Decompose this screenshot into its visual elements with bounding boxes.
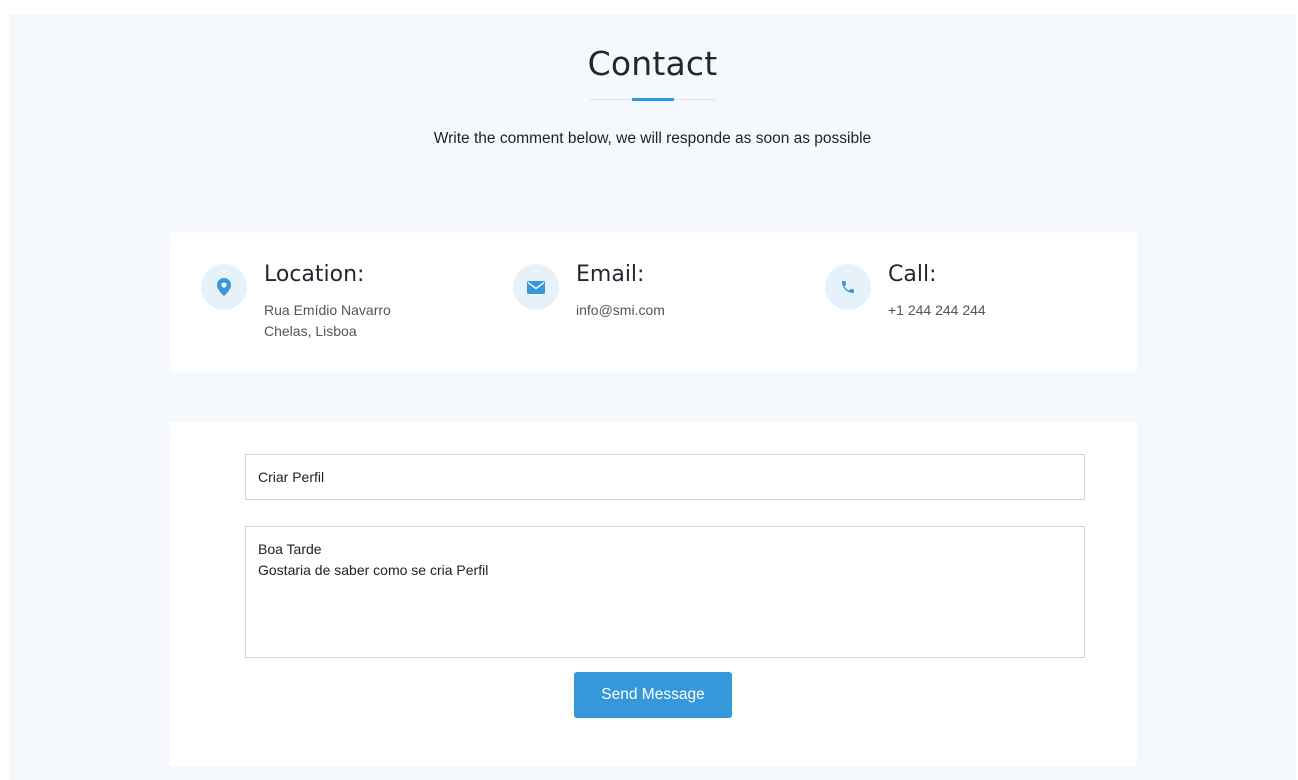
- envelope-icon: [513, 264, 559, 310]
- page-subtitle: Write the comment below, we will respond…: [433, 130, 872, 147]
- contact-info-card: Location: Rua Emídio Navarro Chelas, Lis…: [169, 232, 1137, 372]
- message-textarea[interactable]: Boa Tarde Gostaria de saber como se cria…: [245, 526, 1085, 658]
- email-title: Email:: [576, 262, 645, 287]
- location-title: Location:: [264, 262, 365, 287]
- page-title: Contact: [587, 44, 718, 83]
- send-message-button[interactable]: Send Message: [574, 672, 732, 718]
- address-line-2: Chelas, Lisboa: [264, 323, 357, 339]
- title-accent-bar: [632, 98, 674, 101]
- subject-input[interactable]: Criar Perfil: [245, 454, 1085, 500]
- location-address: Rua Emídio Navarro Chelas, Lisboa: [264, 300, 391, 342]
- phone-number: +1 244 244 244: [888, 302, 986, 318]
- phone-icon: [825, 264, 871, 310]
- contact-section: Contact Write the comment below, we will…: [9, 14, 1296, 780]
- call-title: Call:: [888, 262, 937, 287]
- contact-form: Criar Perfil Boa Tarde Gostaria de saber…: [169, 422, 1137, 766]
- email-address: info@smi.com: [576, 302, 665, 318]
- address-line-1: Rua Emídio Navarro: [264, 302, 391, 318]
- map-pin-icon: [201, 264, 247, 310]
